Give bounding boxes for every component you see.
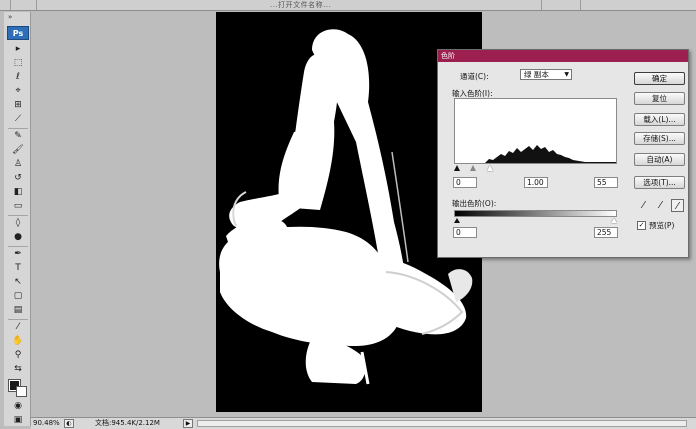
output-white-field[interactable]: 255 — [594, 227, 618, 238]
options-divider — [10, 0, 11, 10]
background-color-swatch[interactable] — [16, 386, 27, 397]
options-divider — [541, 0, 542, 10]
input-gamma-slider[interactable] — [470, 165, 476, 171]
load-button[interactable]: 载入(L)... — [634, 113, 685, 126]
status-bar: 90.48% ◐ 文档:945.4K/2.12M ▶ — [31, 417, 696, 429]
document-title: ...打开文件名称... — [270, 1, 332, 9]
input-black-field[interactable]: 0 — [453, 177, 477, 188]
brush-tool-icon[interactable]: 🖌 — [9, 144, 27, 157]
move-tool-icon[interactable]: ▸ — [9, 43, 27, 56]
save-button[interactable]: 存储(S)... — [634, 132, 685, 145]
collapse-toolbox-icon[interactable]: » — [8, 13, 12, 21]
toolbox: » Ps ▸ ⬚ ℓ ⌖ ⊞ ⟋ ✎ 🖌 ♙ ↺ ◧ ▭ ◊ ● ✒ T ↖ ▢ ▤ ⁄ ✋ ⚲ ⇆ ◉ ▣ — [4, 12, 31, 426]
type-tool-icon[interactable]: T — [9, 262, 27, 275]
zoom-tool-icon[interactable]: ⚲ — [9, 349, 27, 362]
toolbox-separator — [8, 319, 28, 320]
eyedropper-tool-icon[interactable]: ⁄ — [9, 321, 27, 334]
black-eyedropper-icon[interactable]: ⁄ — [637, 199, 650, 212]
toolbox-separator — [8, 215, 28, 216]
channel-select[interactable]: 绿 副本 ▼ — [520, 69, 572, 80]
input-white-slider[interactable] — [487, 165, 493, 171]
quick-mask-icon[interactable]: ◉ — [9, 400, 27, 413]
preview-label: 预览(P) — [649, 221, 675, 230]
ps-logo: Ps — [7, 26, 29, 40]
pen-tool-icon[interactable]: ✒ — [9, 248, 27, 261]
reset-button[interactable]: 复位 — [634, 92, 685, 105]
dodge-tool-icon[interactable]: ● — [9, 231, 27, 244]
clone-stamp-icon[interactable]: ♙ — [9, 158, 27, 171]
gradient-tool-icon[interactable]: ▭ — [9, 200, 27, 213]
options-divider — [36, 0, 37, 10]
dialog-title: 色阶 — [441, 52, 455, 60]
hand-tool-icon[interactable]: ✋ — [9, 335, 27, 348]
output-black-field[interactable]: 0 — [453, 227, 477, 238]
shape-tool-icon[interactable]: ▢ — [9, 290, 27, 303]
chevron-down-icon: ▼ — [564, 71, 569, 78]
crop-tool-icon[interactable]: ⊞ — [9, 99, 27, 112]
path-select-tool-icon[interactable]: ↖ — [9, 276, 27, 289]
screen-mode-icon[interactable]: ▣ — [9, 414, 27, 427]
blur-tool-icon[interactable]: ◊ — [9, 217, 27, 230]
status-menu-arrow-icon[interactable]: ▶ — [183, 419, 193, 428]
color-swatches[interactable] — [8, 377, 30, 399]
toolbox-separator — [8, 246, 28, 247]
output-levels-label: 输出色阶(O): — [452, 199, 497, 208]
output-gradient-bar — [454, 210, 617, 217]
options-button[interactable]: 选项(T)... — [634, 176, 685, 189]
input-gamma-field[interactable]: 1.00 — [524, 177, 548, 188]
options-bar: ...打开文件名称... — [0, 0, 696, 11]
dialog-titlebar[interactable]: 色阶 — [438, 50, 688, 62]
input-white-field[interactable]: 55 — [594, 177, 618, 188]
channel-label: 通道(C): — [460, 72, 489, 81]
status-info-icon[interactable]: ◐ — [64, 419, 74, 428]
quick-select-tool-icon[interactable]: ⌖ — [9, 85, 27, 98]
options-divider — [580, 0, 581, 10]
slice-tool-icon[interactable]: ⟋ — [9, 113, 27, 126]
toolbox-separator — [8, 128, 28, 129]
gray-eyedropper-icon[interactable]: ⁄ — [654, 199, 667, 212]
white-eyedropper-icon[interactable]: ⁄ — [671, 199, 684, 212]
swap-colors-icon[interactable]: ⇆ — [9, 363, 27, 376]
channel-value: 绿 副本 — [524, 70, 549, 79]
input-slider-track — [454, 165, 617, 172]
document-size: 文档:945.4K/2.12M — [95, 419, 160, 427]
ok-button[interactable]: 确定 — [634, 72, 685, 85]
input-black-slider[interactable] — [454, 165, 460, 171]
lasso-tool-icon[interactable]: ℓ — [9, 71, 27, 84]
preview-checkbox[interactable]: ✓ — [637, 221, 646, 230]
auto-button[interactable]: 自动(A) — [634, 153, 685, 166]
histogram — [454, 98, 617, 164]
notes-tool-icon[interactable]: ▤ — [9, 304, 27, 317]
photoshop-window: ...打开文件名称... » Ps ▸ ⬚ ℓ ⌖ ⊞ ⟋ ✎ 🖌 ♙ ↺ ◧ ▭ ◊ ● ✒ T ↖ ▢ ▤ ⁄ ✋ ⚲… — [0, 0, 696, 429]
eraser-tool-icon[interactable]: ◧ — [9, 186, 27, 199]
levels-dialog: 色阶 通道(C): 绿 副本 ▼ 输入色阶(I): 0 1.00 55 输出色阶… — [437, 49, 689, 258]
output-slider-track — [454, 218, 617, 224]
healing-brush-icon[interactable]: ✎ — [9, 130, 27, 143]
histogram-graph — [455, 145, 616, 163]
marquee-tool-icon[interactable]: ⬚ — [9, 57, 27, 70]
history-brush-icon[interactable]: ↺ — [9, 172, 27, 185]
horizontal-scrollbar[interactable] — [197, 420, 687, 427]
output-black-slider[interactable] — [454, 218, 460, 223]
zoom-level[interactable]: 90.48% — [33, 418, 60, 429]
output-white-slider[interactable] — [611, 218, 617, 223]
